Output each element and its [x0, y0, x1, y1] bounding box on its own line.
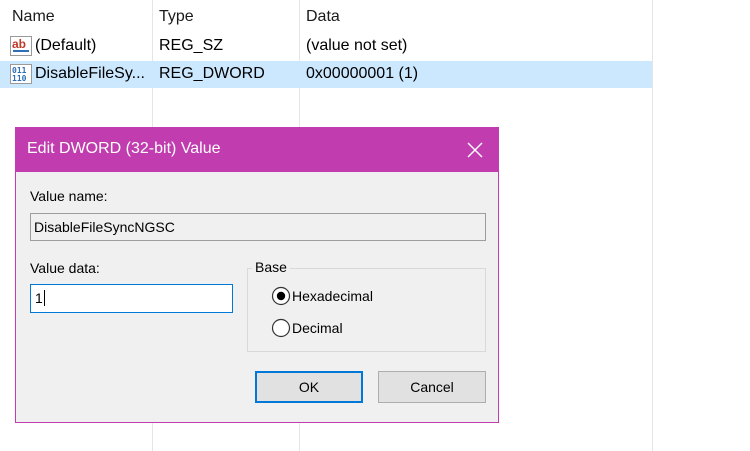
- list-header: Name Type Data: [0, 0, 652, 34]
- column-divider-data[interactable]: [652, 0, 653, 451]
- registry-editor-screen: Name Type Data ab (Default) REG_SZ (valu…: [0, 0, 750, 451]
- column-header-data[interactable]: Data: [306, 8, 340, 26]
- reg-string-icon: ab: [10, 36, 32, 56]
- registry-value-data: (value not set): [306, 37, 408, 54]
- registry-value-type: REG_DWORD: [159, 65, 265, 82]
- dialog-title: Edit DWORD (32-bit) Value: [27, 140, 221, 157]
- value-name-label: Value name:: [30, 188, 108, 204]
- base-group-label: Base: [252, 259, 290, 275]
- column-header-name[interactable]: Name: [12, 8, 55, 26]
- decimal-radio[interactable]: [270, 317, 292, 339]
- registry-value-name: DisableFileSy...: [35, 65, 145, 82]
- close-button[interactable]: [452, 128, 498, 172]
- svg-text:ab: ab: [12, 37, 26, 51]
- base-group: [247, 268, 486, 352]
- value-name-field: DisableFileSyncNGSC: [30, 213, 486, 241]
- registry-value-row-selected[interactable]: 011 110 DisableFileSy... REG_DWORD 0x000…: [0, 61, 652, 88]
- value-data-text: 1: [35, 290, 43, 306]
- cancel-button[interactable]: Cancel: [378, 371, 486, 403]
- registry-value-data: 0x00000001 (1): [306, 65, 419, 82]
- value-data-input[interactable]: 1: [30, 284, 233, 313]
- dialog-titlebar[interactable]: Edit DWORD (32-bit) Value: [16, 128, 498, 172]
- registry-value-type: REG_SZ: [159, 37, 224, 54]
- registry-value-row[interactable]: ab (Default) REG_SZ (value not set): [0, 33, 652, 60]
- reg-binary-icon: 011 110: [10, 64, 32, 84]
- text-caret: [43, 290, 45, 306]
- close-icon: [467, 142, 483, 158]
- hexadecimal-label[interactable]: Hexadecimal: [292, 288, 373, 304]
- registry-value-name: (Default): [35, 37, 97, 54]
- edit-dword-dialog: Edit DWORD (32-bit) Value Value name: Di…: [15, 127, 499, 423]
- ok-button[interactable]: OK: [255, 371, 363, 403]
- value-data-label: Value data:: [30, 260, 100, 276]
- decimal-label[interactable]: Decimal: [292, 320, 343, 336]
- svg-text:110: 110: [12, 74, 27, 83]
- hexadecimal-radio[interactable]: [270, 285, 292, 307]
- column-header-type[interactable]: Type: [159, 8, 194, 26]
